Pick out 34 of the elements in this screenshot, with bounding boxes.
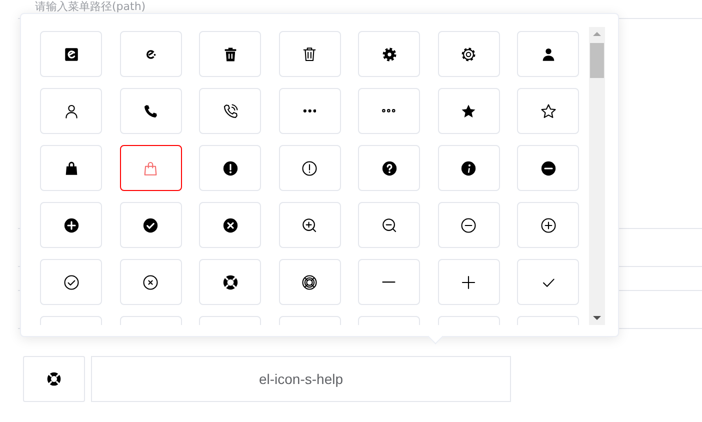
minus-icon bbox=[382, 280, 396, 284]
star-icon bbox=[460, 102, 477, 120]
close-circle-outline-icon bbox=[142, 274, 159, 290]
warning-outline-icon bbox=[301, 160, 318, 176]
icon-name-input[interactable]: el-icon-s-help bbox=[91, 356, 511, 402]
lifebuoy-icon bbox=[222, 274, 238, 290]
phone-outline-icon bbox=[222, 102, 238, 120]
settings-icon bbox=[380, 46, 398, 62]
trash-outline-icon bbox=[301, 46, 318, 62]
minus-circle-icon bbox=[540, 160, 556, 176]
more-outline-icon bbox=[382, 109, 396, 113]
plus-circle-icon bbox=[62, 216, 80, 234]
lifebuoy-icon bbox=[46, 371, 62, 387]
plus-circle-outline-icon bbox=[540, 216, 556, 234]
warning-icon bbox=[222, 160, 238, 176]
info-icon bbox=[460, 160, 477, 176]
check-circle-outline-icon bbox=[62, 274, 80, 290]
close-circle-icon bbox=[222, 216, 238, 234]
check-circle-icon bbox=[142, 216, 159, 234]
bag-outline-icon bbox=[142, 160, 159, 176]
letter-e-square-icon bbox=[62, 46, 80, 62]
scrollbar[interactable] bbox=[589, 27, 605, 325]
path-input[interactable]: 请输入菜单路径(path) bbox=[18, 0, 535, 13]
more-icon bbox=[302, 109, 316, 113]
plus-icon bbox=[460, 274, 477, 290]
zoom-in-icon bbox=[301, 216, 318, 234]
star-outline-icon bbox=[540, 102, 556, 120]
user-outline-icon bbox=[62, 102, 80, 120]
question-icon bbox=[380, 160, 398, 176]
zoom-out-icon bbox=[380, 216, 398, 234]
phone-icon bbox=[142, 102, 159, 120]
minus-circle-outline-icon bbox=[460, 216, 477, 234]
lifebuoy-outline-icon bbox=[301, 274, 318, 290]
settings-outline-icon bbox=[460, 46, 477, 62]
